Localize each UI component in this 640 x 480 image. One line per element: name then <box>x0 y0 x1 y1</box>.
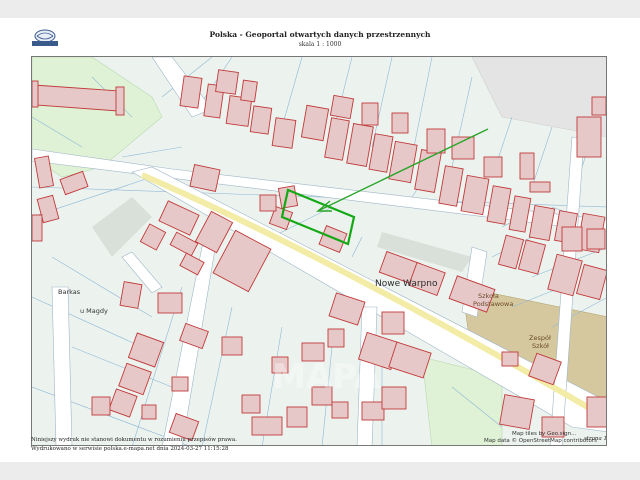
barkas-label: Barkas <box>58 288 81 296</box>
map-title: Polska - Geoportal otwartych danych prze… <box>209 30 431 39</box>
footer-disclaimer: Niniejszy wydruk nie stanowi dokumentu w… <box>31 437 237 443</box>
map-attribution-line2: Map data © OpenStreetMap contributors <box>484 438 597 444</box>
footer-generated: Wydrukowano w serwisie polska.e-mapa.net… <box>31 446 229 452</box>
map-watermark: MAPA <box>272 357 381 397</box>
page-number: strona 1 <box>583 436 607 442</box>
school-complex-label-line2: Szkół <box>532 342 549 350</box>
school-complex-label-line1: Zespół <box>529 334 551 342</box>
map-attribution-line1: Map tiles by Geo.sign... <box>512 431 577 437</box>
school-label-line1: Szkoła <box>478 292 499 300</box>
print-sheet: Polska - Geoportal otwartych danych prze… <box>0 18 640 462</box>
map-scale: skala 1 : 1000 <box>298 41 342 48</box>
school-label-line2: Podstawowa <box>473 300 514 308</box>
town-label: Nowe Warpno <box>375 279 438 289</box>
magdy-label: u Magdy <box>80 307 108 315</box>
footer-notes: Niniejszy wydruk nie stanowi dokumentu w… <box>31 436 237 454</box>
map-canvas[interactable]: Nowe Warpno Szkoła Podstawowa Zespół Szk… <box>31 56 607 446</box>
